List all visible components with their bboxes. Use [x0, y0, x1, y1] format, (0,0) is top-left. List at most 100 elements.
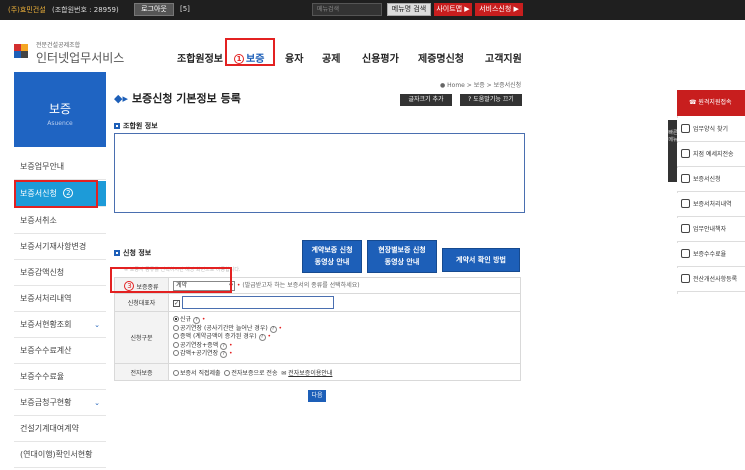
gnb-union-info[interactable]: 조합원정보 — [177, 50, 223, 65]
radio[interactable] — [173, 350, 179, 357]
logo-subtitle: 전문건설공제조합 — [36, 42, 81, 49]
radio[interactable] — [173, 324, 179, 331]
quick-item[interactable]: 업무양식 찾기 — [677, 118, 745, 142]
kind-option-label: 감액+공기연장 — [180, 350, 219, 358]
gnb-customer-support[interactable]: 고객지원 — [485, 50, 522, 65]
gnb-certificate[interactable]: 제증명신청 — [418, 50, 464, 65]
title-arrow-icon: ◆▸ — [114, 92, 128, 105]
lnb-item[interactable]: 보증서현황조회 ⌄ — [14, 312, 106, 338]
video-guide-site-button[interactable]: 현장별보증 신청 동영상 안내 — [367, 240, 437, 273]
chevron-down-icon: ⌄ — [94, 321, 100, 329]
service-request-button[interactable]: 서비스신청 ▶ — [475, 3, 523, 16]
phone-icon: ☎ — [689, 99, 699, 106]
type-hint: (발급받고자 하는 보증서의 종류를 선택하세요) — [242, 282, 360, 289]
lnb-item[interactable]: (연대이행)확인서현황 — [14, 442, 106, 468]
section-union-info: 조합원 정보 — [114, 121, 158, 131]
rep-value-cell: ✓ — [168, 293, 521, 312]
help-icon[interactable]: ? — [220, 342, 228, 350]
gnb-credit-rating[interactable]: 신용평가 — [362, 50, 399, 65]
quick-item-label: 보증서신청 — [693, 176, 721, 183]
company-name: (주)효민건설 — [8, 6, 46, 14]
kind-option-label: 신규 — [180, 316, 192, 324]
pencil-icon — [681, 274, 690, 283]
kind-option-new[interactable]: 신규 ? • — [173, 316, 516, 325]
kind-option-extend[interactable]: 공기연장 (공사기간만 늘어난 경우) ? • — [173, 324, 516, 334]
kind-option-increase[interactable]: 증액 (계약금액이 증가된 경우) ? • — [173, 333, 516, 342]
e-guarantee-cell: 보증서 직접제출 전자보증으로 전송 ✉ 전자보증이용안내 — [168, 363, 521, 381]
help-icon[interactable]: ? — [258, 334, 266, 342]
quick-item-label: 보증서처리내역 — [693, 201, 732, 208]
radio[interactable] — [173, 369, 179, 376]
menu-search-input[interactable]: 메뉴검색 — [312, 3, 382, 16]
book-icon — [681, 224, 690, 233]
highlight-gnb — [225, 38, 275, 66]
radio[interactable] — [224, 369, 231, 376]
quick-item[interactable]: 보증서신청 — [677, 168, 745, 192]
required-mark: • — [267, 333, 272, 341]
lnb-item[interactable]: 보증수수료율 — [14, 364, 106, 390]
sitemap-button[interactable]: 사이트맵 ▶ — [434, 3, 472, 16]
union-number: (조합원번호 : 28959) — [52, 6, 119, 14]
remote-support-button[interactable]: ☎ 원격지원접속 — [677, 90, 745, 116]
kind-option-label: 증액 (계약금액이 증가된 경우) — [180, 333, 257, 341]
quick-item[interactable]: 업무안내책자 — [677, 218, 745, 242]
lnb-item-label: 보증금청구현황 — [20, 398, 72, 407]
lnb-header: 보증 Asuence — [14, 72, 106, 147]
lnb-item[interactable]: 보증서처리내역 — [14, 286, 106, 312]
lnb-item[interactable]: 보증업무안내 — [14, 154, 106, 180]
message-count[interactable]: [5] — [180, 5, 190, 13]
page-title: ◆▸ 보증신청 기본정보 등록 — [114, 90, 241, 106]
radio-selected[interactable] — [173, 316, 179, 323]
quick-item[interactable]: 전산개선사항등록 — [677, 268, 745, 292]
page-title-text: 보증신청 기본정보 등록 — [131, 92, 241, 105]
logo-title: 인터넷업무서비스 — [36, 51, 125, 65]
kind-option-decrease-extend[interactable]: 감액+공기연장 ? • — [173, 350, 516, 359]
kind-option-label: 공기연장+증액 — [180, 341, 219, 349]
help-icon[interactable]: ? — [269, 325, 277, 333]
font-size-button[interactable]: 글자크기 추가 — [400, 94, 452, 106]
quick-item-label: 업무안내책자 — [693, 226, 727, 233]
highlight-type — [110, 267, 232, 293]
lnb-item[interactable]: 보증서기재사항변경 — [14, 234, 106, 260]
top-bar: (주)효민건설 (조합원번호 : 28959) 로그아웃 [5] 메뉴검색 메뉴… — [0, 0, 745, 20]
kind-options-cell: 신규 ? • 공기연장 (공사기간만 늘어난 경우) ? • 증액 (계약금액이… — [168, 311, 521, 364]
logo-icon — [14, 44, 28, 58]
quick-item[interactable]: 보증서처리내역 — [677, 193, 745, 217]
help-icon[interactable]: ? — [220, 351, 228, 359]
quick-item[interactable]: 지점 예세지전송 — [677, 143, 745, 167]
next-button[interactable]: 다음 — [308, 390, 326, 402]
gnb-insurance[interactable]: 공제 — [322, 50, 340, 65]
help-icon[interactable]: ? — [192, 317, 200, 325]
lnb-item[interactable]: 보증서취소 — [14, 208, 106, 234]
calculator-icon — [681, 249, 690, 258]
lnb-item[interactable]: 건설기계대여계약 — [14, 416, 106, 442]
help-toggle-button[interactable]: ? 도움말기능 끄기 — [460, 94, 522, 106]
section-apply-info: 신청 정보 — [114, 248, 151, 258]
e-guarantee-guide-link[interactable]: 전자보증이용안내 — [288, 370, 332, 377]
e-option-direct[interactable]: 보증서 직접제출 — [180, 370, 221, 377]
rep-name-input[interactable] — [181, 296, 334, 309]
quick-item-label: 보증수수료율 — [693, 251, 727, 258]
video-guide-contract-button[interactable]: 계약보증 신청 동영상 안내 — [302, 240, 362, 273]
quick-item[interactable]: 보증수수료율 — [677, 243, 745, 267]
lnb-subtitle: Asuence — [47, 120, 73, 127]
lnb-item[interactable]: 보증금청구현황 ⌄ — [14, 390, 106, 416]
e-option-send[interactable]: 전자보증으로 전송 — [231, 370, 277, 377]
kind-option-label: 공기연장 (공사기간만 늘어난 경우) — [180, 324, 268, 332]
menu-search-button[interactable]: 메뉴명 검색 — [387, 3, 431, 16]
contract-check-button[interactable]: 계약서 확인 방법 — [442, 248, 520, 272]
required-mark: • — [229, 341, 233, 349]
search-icon — [681, 124, 690, 133]
logout-button[interactable]: 로그아웃 — [134, 3, 174, 16]
radio[interactable] — [173, 333, 179, 340]
document-icon — [681, 174, 690, 183]
required-mark: • — [229, 350, 233, 358]
lnb-title: 보증 — [48, 102, 72, 116]
gnb-loan[interactable]: 융자 — [285, 50, 303, 65]
kind-option-extend-increase[interactable]: 공기연장+증액 ? • — [173, 341, 516, 351]
radio[interactable] — [173, 341, 179, 348]
rep-checkbox[interactable]: ✓ — [173, 300, 180, 307]
lnb-item[interactable]: 보증수수료계산 — [14, 338, 106, 364]
link-icon: ✉ — [281, 369, 287, 377]
lnb-item[interactable]: 보증감액신청 — [14, 260, 106, 286]
